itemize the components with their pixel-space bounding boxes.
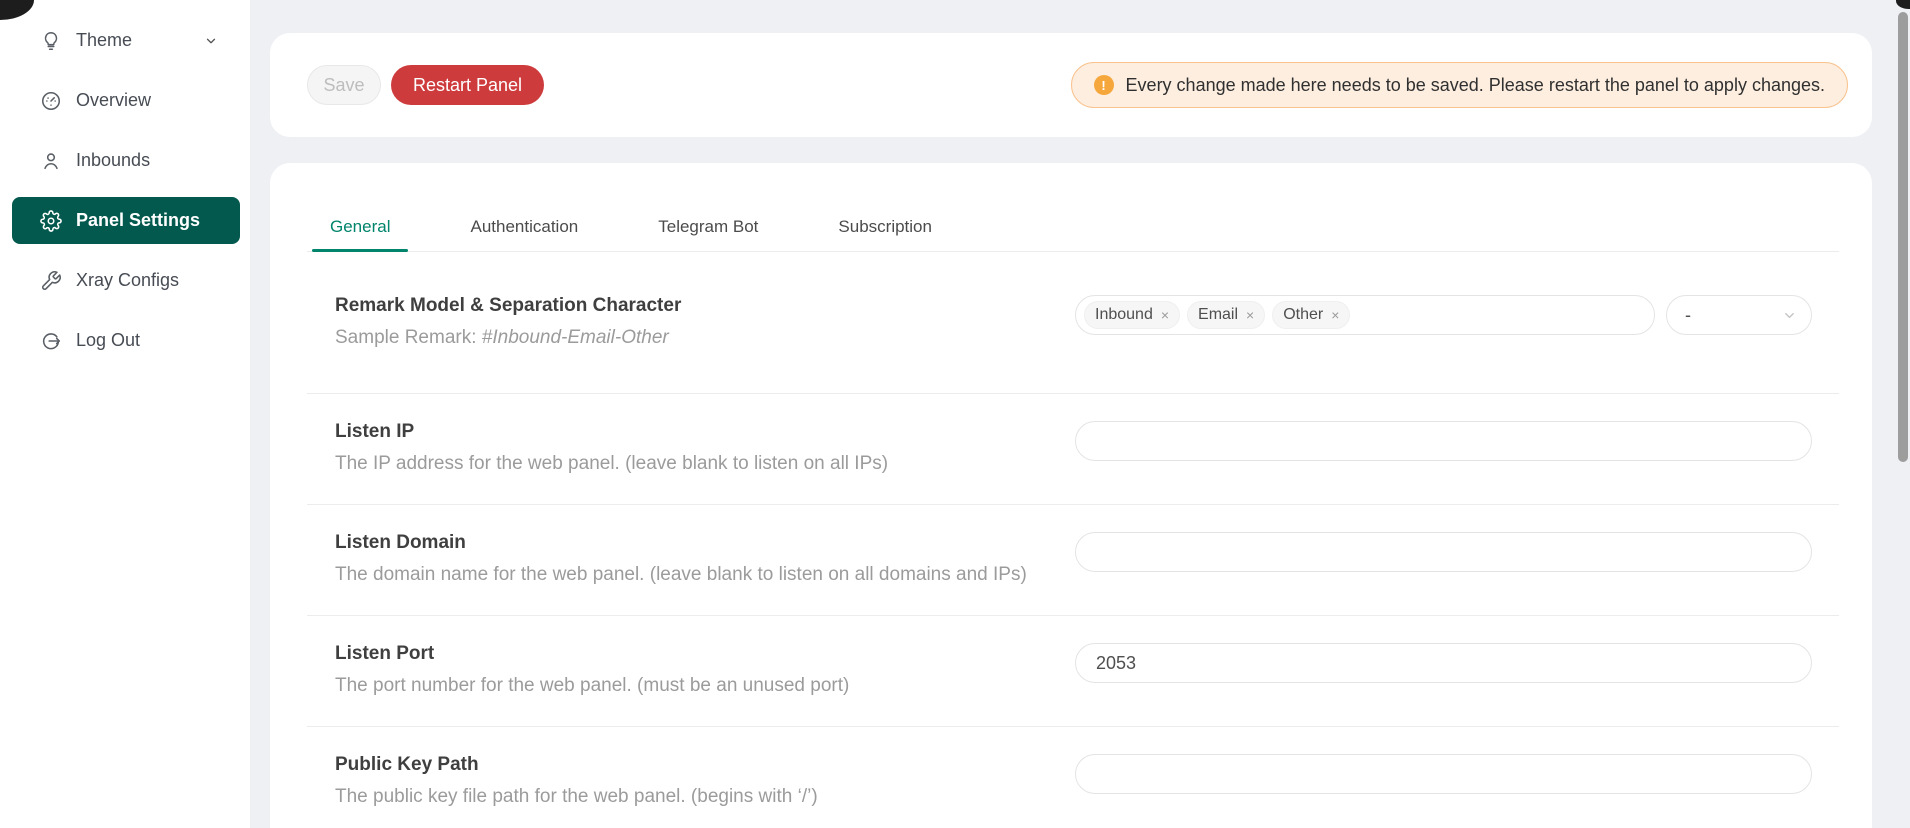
user-icon <box>40 150 62 172</box>
tab-subscription[interactable]: Subscription <box>820 203 950 251</box>
tag-label: Inbound <box>1095 306 1153 324</box>
separator-select[interactable]: - <box>1666 295 1812 335</box>
tab-authentication[interactable]: Authentication <box>452 203 596 251</box>
form-row-listen-domain: Listen Domain The domain name for the we… <box>307 505 1839 616</box>
chevron-down-icon <box>1782 308 1797 323</box>
row-title: Remark Model & Separation Character <box>335 295 1075 317</box>
row-control <box>1075 754 1812 828</box>
warning-icon: ! <box>1094 75 1114 95</box>
settings-tabs: General Authentication Telegram Bot Subs… <box>307 203 1839 252</box>
tab-telegram-bot[interactable]: Telegram Bot <box>640 203 776 251</box>
tag-label: Email <box>1198 306 1238 324</box>
close-icon[interactable]: × <box>1331 308 1339 322</box>
row-label: Public Key Path The public key file path… <box>335 754 1075 828</box>
sidebar: Theme Overview Inbounds <box>0 0 250 828</box>
unsaved-changes-alert: ! Every change made here needs to be sav… <box>1071 62 1848 108</box>
tag-other: Other × <box>1272 301 1350 329</box>
restart-panel-button[interactable]: Restart Panel <box>391 65 544 105</box>
chevron-down-icon <box>204 34 218 48</box>
sidebar-item-log-out[interactable]: Log Out <box>12 317 240 364</box>
form-row-remark-model: Remark Model & Separation Character Samp… <box>307 252 1839 394</box>
listen-port-input[interactable] <box>1075 643 1812 683</box>
row-control <box>1075 532 1812 615</box>
alert-text: Every change made here needs to be saved… <box>1126 75 1825 96</box>
panel-settings-card: General Authentication Telegram Bot Subs… <box>270 163 1872 828</box>
row-label: Listen Domain The domain name for the we… <box>335 532 1075 615</box>
row-control: Inbound × Email × Other × - <box>1075 295 1812 393</box>
remark-model-tags-input[interactable]: Inbound × Email × Other × <box>1075 295 1655 335</box>
sidebar-nav: Theme Overview Inbounds <box>0 17 250 364</box>
close-icon[interactable]: × <box>1246 308 1254 322</box>
row-subtitle: The domain name for the web panel. (leav… <box>335 564 1075 586</box>
sidebar-item-inbounds[interactable]: Inbounds <box>12 137 240 184</box>
lightbulb-icon <box>40 30 62 52</box>
sidebar-item-label: Log Out <box>76 330 140 351</box>
dashboard-icon <box>40 90 62 112</box>
scrollbar-thumb[interactable] <box>1898 12 1908 462</box>
tag-email: Email × <box>1187 301 1265 329</box>
row-control <box>1075 643 1812 726</box>
listen-ip-input[interactable] <box>1075 421 1812 461</box>
sidebar-item-label: Inbounds <box>76 150 150 171</box>
tag-label: Other <box>1283 306 1323 324</box>
row-subtitle: The port number for the web panel. (must… <box>335 675 1075 697</box>
gear-icon <box>40 210 62 232</box>
public-key-path-input[interactable] <box>1075 754 1812 794</box>
sidebar-item-label: Panel Settings <box>76 210 200 231</box>
save-button[interactable]: Save <box>307 65 381 105</box>
wrench-icon <box>40 270 62 292</box>
row-label: Listen Port The port number for the web … <box>335 643 1075 726</box>
sidebar-item-theme[interactable]: Theme <box>12 17 240 64</box>
sidebar-item-overview[interactable]: Overview <box>12 77 240 124</box>
row-title: Listen Domain <box>335 532 1075 554</box>
close-icon[interactable]: × <box>1161 308 1169 322</box>
row-subtitle: Sample Remark: #Inbound-Email-Other <box>335 327 1075 349</box>
tag-inbound: Inbound × <box>1084 301 1180 329</box>
row-title: Public Key Path <box>335 754 1075 776</box>
sidebar-item-label: Overview <box>76 90 151 111</box>
sidebar-item-label: Xray Configs <box>76 270 179 291</box>
row-control <box>1075 421 1812 504</box>
row-label: Remark Model & Separation Character Samp… <box>335 295 1075 393</box>
form-row-public-key-path: Public Key Path The public key file path… <box>307 727 1839 828</box>
toolbar-card: Save Restart Panel ! Every change made h… <box>270 33 1872 137</box>
row-subtitle: The IP address for the web panel. (leave… <box>335 453 1075 475</box>
tab-general[interactable]: General <box>312 203 408 251</box>
form-row-listen-port: Listen Port The port number for the web … <box>307 616 1839 727</box>
form-row-listen-ip: Listen IP The IP address for the web pan… <box>307 394 1839 505</box>
row-label: Listen IP The IP address for the web pan… <box>335 421 1075 504</box>
sidebar-item-label: Theme <box>76 30 132 51</box>
listen-domain-input[interactable] <box>1075 532 1812 572</box>
row-title: Listen IP <box>335 421 1075 443</box>
vertical-scrollbar[interactable] <box>1896 0 1910 828</box>
sidebar-item-panel-settings[interactable]: Panel Settings <box>12 197 240 244</box>
sample-remark-prefix: Sample Remark: <box>335 327 482 348</box>
separator-value: - <box>1685 305 1691 326</box>
sidebar-item-xray-configs[interactable]: Xray Configs <box>12 257 240 304</box>
sample-remark-value: #Inbound-Email-Other <box>482 327 669 348</box>
row-title: Listen Port <box>335 643 1075 665</box>
row-subtitle: The public key file path for the web pan… <box>335 786 1075 808</box>
logout-icon <box>40 330 62 352</box>
